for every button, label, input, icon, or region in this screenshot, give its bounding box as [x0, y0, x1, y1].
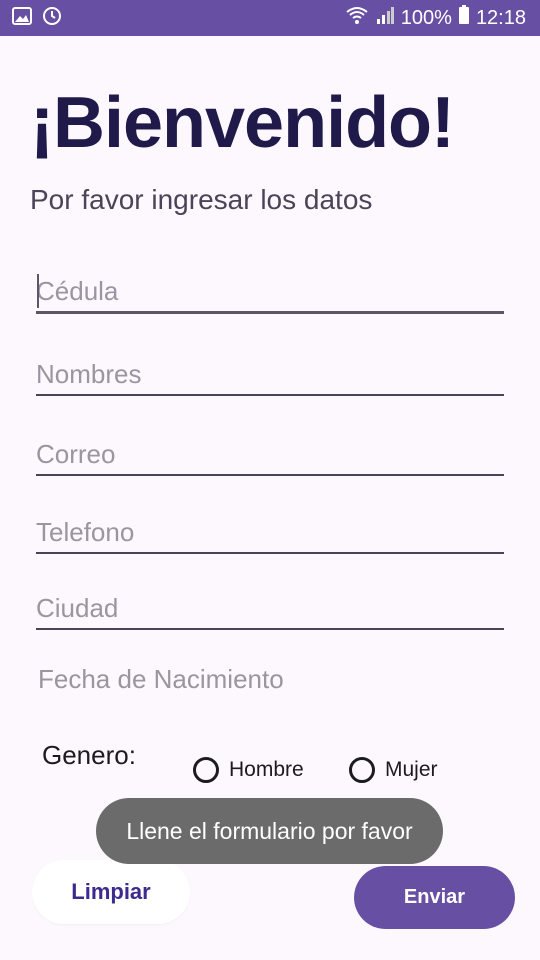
battery-icon: [458, 5, 470, 31]
radio-hombre-label: Hombre: [229, 758, 304, 781]
telefono-input[interactable]: [36, 512, 504, 554]
page-subtitle: Por favor ingresar los datos: [30, 184, 373, 215]
status-bar-right: 100% 12:18: [345, 5, 526, 31]
text-cursor: [37, 274, 39, 308]
signal-icon: [375, 5, 395, 31]
page-title: ¡Bienvenido!: [30, 83, 455, 163]
radio-button-icon[interactable]: [193, 757, 219, 783]
sync-icon: [42, 6, 62, 31]
radio-hombre[interactable]: Hombre: [193, 755, 304, 785]
toast-message: Llene el formulario por favor: [96, 798, 443, 864]
radio-mujer-label: Mujer: [385, 758, 438, 781]
radio-mujer[interactable]: Mujer: [349, 755, 438, 785]
radio-button-icon[interactable]: [349, 757, 375, 783]
ciudad-input[interactable]: [36, 588, 504, 630]
clock: 12:18: [475, 6, 526, 29]
image-icon: [12, 6, 32, 30]
enviar-button[interactable]: Enviar: [354, 866, 515, 929]
genero-label: Genero:: [42, 740, 136, 770]
status-bar-left-icons: [12, 6, 62, 31]
cedula-input[interactable]: [36, 272, 504, 314]
fecha-nacimiento-field[interactable]: Fecha de Nacimiento: [38, 664, 284, 695]
status-bar: 100% 12:18: [0, 0, 540, 36]
nombres-input[interactable]: [36, 354, 504, 396]
wifi-icon: [345, 5, 369, 31]
limpiar-button[interactable]: Limpiar: [32, 860, 190, 924]
correo-input[interactable]: [36, 434, 504, 476]
battery-level: 100%: [400, 6, 452, 29]
